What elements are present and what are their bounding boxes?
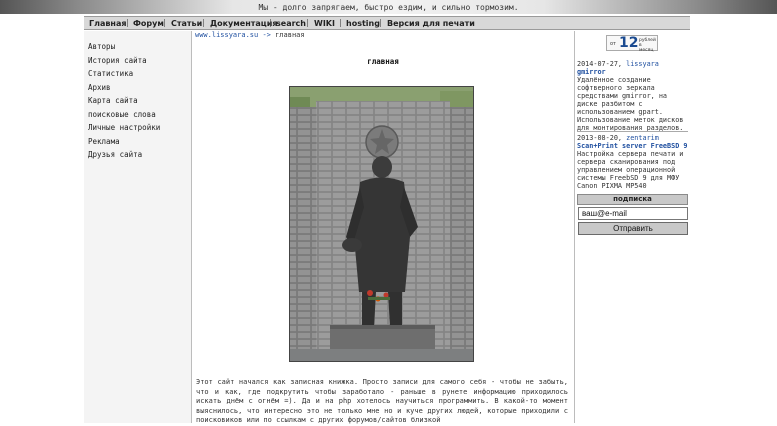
news-text: Настройка сервера печати и сервера скани… (577, 150, 684, 190)
news-text: Удалённое создание софтверного зеркала с… (577, 76, 684, 132)
news-item: 2013-08-20, zentarim Scan+Print server F… (577, 134, 689, 190)
sidebar-item-settings[interactable]: Личные настройки (88, 123, 160, 132)
nav-separator: | (379, 18, 382, 27)
news-item: 2014-07-27, lissyara gmirror Удалённое с… (577, 60, 689, 132)
news-date: 2013-08-20, (577, 134, 623, 142)
nav-separator: | (202, 18, 205, 27)
site-slogan: Мы - долго запрягаем, быстро ездим, и си… (258, 3, 519, 12)
subscribe-heading: подписка (577, 194, 688, 205)
nav-print-version[interactable]: Версия для печати (387, 19, 475, 28)
news-divider (577, 131, 688, 132)
sidebar-item-stats[interactable]: Статистика (88, 69, 133, 78)
main-nav: Главная | Форум | Статьи | Документация … (84, 16, 690, 30)
subscribe-email-input[interactable] (578, 207, 688, 220)
breadcrumb: www.lissyara.su -> главная (195, 31, 305, 39)
sidebar-item-ads[interactable]: Реклама (88, 137, 120, 146)
banner-suffix: рублей в месяц (639, 38, 657, 53)
sidebar-item-search-words[interactable]: поисковые слова (88, 110, 156, 119)
left-sidebar: Авторы История сайта Статистика Архив Ка… (84, 31, 192, 423)
sidebar-item-archive[interactable]: Архив (88, 83, 111, 92)
sidebar-item-sitemap[interactable]: Карта сайта (88, 96, 138, 105)
breadcrumb-site-link[interactable]: www.lissyara.su (195, 31, 258, 39)
hosting-banner[interactable]: от 12 рублей в месяц (606, 35, 658, 53)
news-date: 2014-07-27, (577, 60, 623, 68)
nav-wiki[interactable]: WIKI (314, 19, 335, 28)
sidebar-item-friends[interactable]: Друзья сайта (88, 150, 142, 159)
memorial-photo (289, 86, 474, 362)
nav-separator: | (269, 18, 272, 27)
memorial-photo-image (290, 87, 473, 361)
nav-hosting[interactable]: hosting (346, 19, 380, 28)
nav-articles[interactable]: Статьи (171, 19, 202, 28)
subscribe-submit-button[interactable]: Отправить (578, 222, 688, 235)
nav-separator: | (306, 18, 309, 27)
news-author[interactable]: lissyara (626, 60, 659, 68)
intro-article: Этот сайт начался как записная книжка. П… (196, 378, 568, 424)
nav-docs[interactable]: Документация (210, 19, 277, 28)
breadcrumb-arrow: -> (262, 31, 271, 39)
news-author[interactable]: zentarim (626, 134, 659, 142)
banner-period: в месяц (639, 43, 654, 53)
breadcrumb-current: главная (275, 31, 305, 39)
nav-home[interactable]: Главная (89, 19, 126, 28)
nav-separator: | (163, 18, 166, 27)
news-title[interactable]: Scan+Print server FreeBSD 9 (577, 142, 688, 150)
nav-separator: | (126, 18, 129, 27)
sidebar-item-history[interactable]: История сайта (88, 56, 147, 65)
banner-price: 12 (619, 35, 639, 51)
sidebar-item-authors[interactable]: Авторы (88, 42, 115, 51)
page-title: главная (367, 57, 399, 66)
nav-forum[interactable]: Форум (133, 19, 164, 28)
banner-prefix: от (610, 41, 616, 47)
nav-separator: | (339, 18, 342, 27)
nav-search[interactable]: search (276, 19, 306, 28)
news-title[interactable]: gmirror (577, 68, 606, 76)
